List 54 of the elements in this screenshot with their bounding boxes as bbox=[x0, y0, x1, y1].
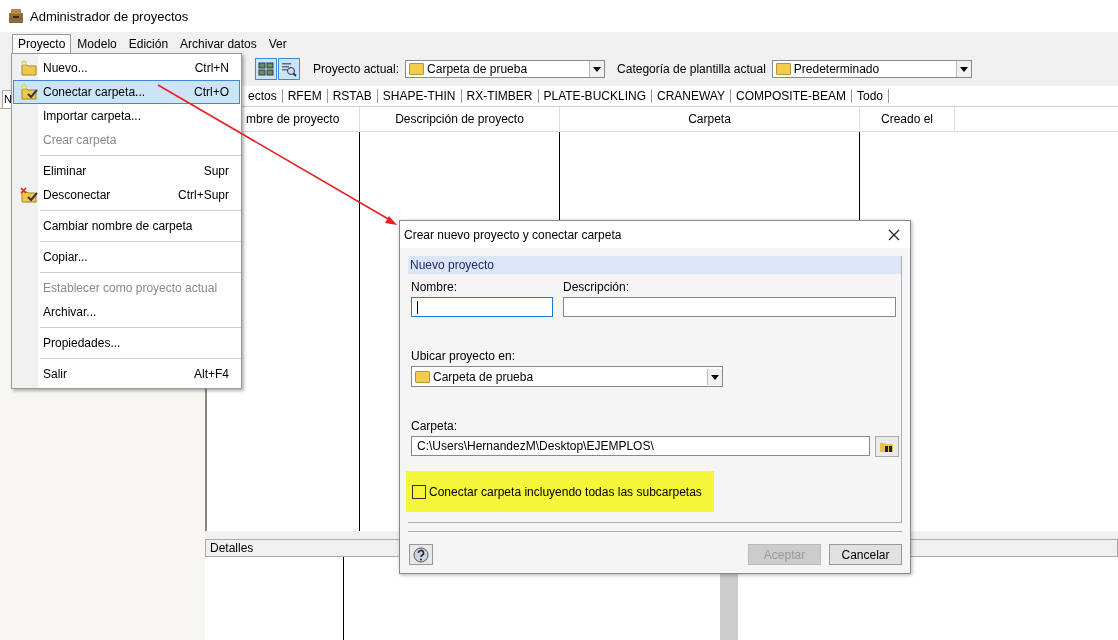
menu-option[interactable]: Archivar... bbox=[13, 300, 240, 324]
column-header[interactable]: Carpeta bbox=[560, 107, 860, 131]
current-project-label: Proyecto actual: bbox=[313, 62, 400, 76]
search-icon[interactable] bbox=[278, 58, 300, 80]
checkbox[interactable] bbox=[412, 484, 426, 499]
close-icon[interactable] bbox=[888, 228, 900, 241]
field-label: Nombre: bbox=[411, 280, 457, 294]
program-tab[interactable]: RX-TIMBER bbox=[461, 89, 539, 103]
menu-option[interactable]: Eliminar Supr bbox=[13, 159, 240, 183]
menu-option[interactable]: Copiar... bbox=[13, 245, 240, 269]
section-header: Nuevo proyecto bbox=[408, 256, 901, 274]
location-dropdown[interactable]: Carpeta de prueba bbox=[411, 366, 723, 387]
current-project-dropdown[interactable]: Carpeta de prueba bbox=[405, 60, 606, 78]
folder-check-icon bbox=[19, 84, 38, 100]
menu-option[interactable]: Conectar carpeta... Ctrl+O bbox=[13, 80, 240, 104]
details-title: Detalles bbox=[210, 541, 254, 555]
name-field[interactable] bbox=[411, 297, 553, 317]
menu-item[interactable]: Ver bbox=[262, 34, 293, 54]
menu-option[interactable]: Desconectar Ctrl+Supr bbox=[13, 183, 240, 207]
dialog-button[interactable]: Cancelar bbox=[829, 544, 902, 565]
grid-view-icon[interactable] bbox=[255, 58, 277, 80]
app-icon bbox=[8, 8, 24, 24]
field-label: Descripción: bbox=[563, 280, 630, 294]
browse-button[interactable] bbox=[875, 436, 899, 457]
folder-remove-icon bbox=[19, 187, 38, 203]
program-tab[interactable]: PLATE-BUCKLING bbox=[538, 89, 652, 103]
column-header[interactable]: Creado el bbox=[860, 107, 955, 131]
program-tab[interactable]: ectos bbox=[243, 89, 283, 103]
menu-item[interactable]: Archivar datos bbox=[174, 34, 263, 54]
template-category-label: Categoría de plantilla actual bbox=[617, 62, 766, 76]
program-tab[interactable]: RFEM bbox=[282, 89, 328, 103]
menu-item[interactable]: Proyecto bbox=[12, 34, 72, 54]
program-tab[interactable]: SHAPE-THIN bbox=[377, 89, 462, 103]
template-category-dropdown[interactable]: Predeterminado bbox=[771, 60, 972, 78]
field-label: Carpeta: bbox=[411, 419, 458, 433]
field-label: Ubicar proyecto en: bbox=[411, 349, 516, 363]
folder-path-field[interactable]: C:\Users\HernandezM\Desktop\EJEMPLOS\ bbox=[411, 436, 870, 456]
help-button[interactable] bbox=[409, 544, 433, 565]
new-folder-icon bbox=[19, 60, 38, 76]
menu-item[interactable]: Edición bbox=[122, 34, 175, 54]
checkbox-label[interactable]: Conectar carpeta incluyendo todas las subcarpetas bbox=[429, 484, 702, 499]
program-tab[interactable]: COMPOSITE-BEAM bbox=[731, 89, 852, 103]
window-title: Administrador de proyectos bbox=[30, 8, 189, 24]
menu-option[interactable]: Nuevo... Ctrl+N bbox=[13, 56, 240, 80]
program-tab[interactable]: CRANEWAY bbox=[651, 89, 731, 103]
column-header[interactable]: Descripción de proyecto bbox=[360, 107, 560, 131]
menu-option[interactable]: Cambiar nombre de carpeta bbox=[13, 214, 240, 238]
menu-item[interactable]: Modelo bbox=[71, 34, 123, 54]
program-tab[interactable]: RSTAB bbox=[327, 89, 378, 103]
menu-option[interactable]: Salir Alt+F4 bbox=[13, 362, 240, 386]
menu-option[interactable]: Propiedades... bbox=[13, 331, 240, 355]
program-tab[interactable]: Todo bbox=[852, 89, 890, 103]
description-field[interactable] bbox=[563, 297, 896, 317]
dialog-title: Crear nuevo proyecto y conectar carpeta bbox=[404, 227, 622, 242]
